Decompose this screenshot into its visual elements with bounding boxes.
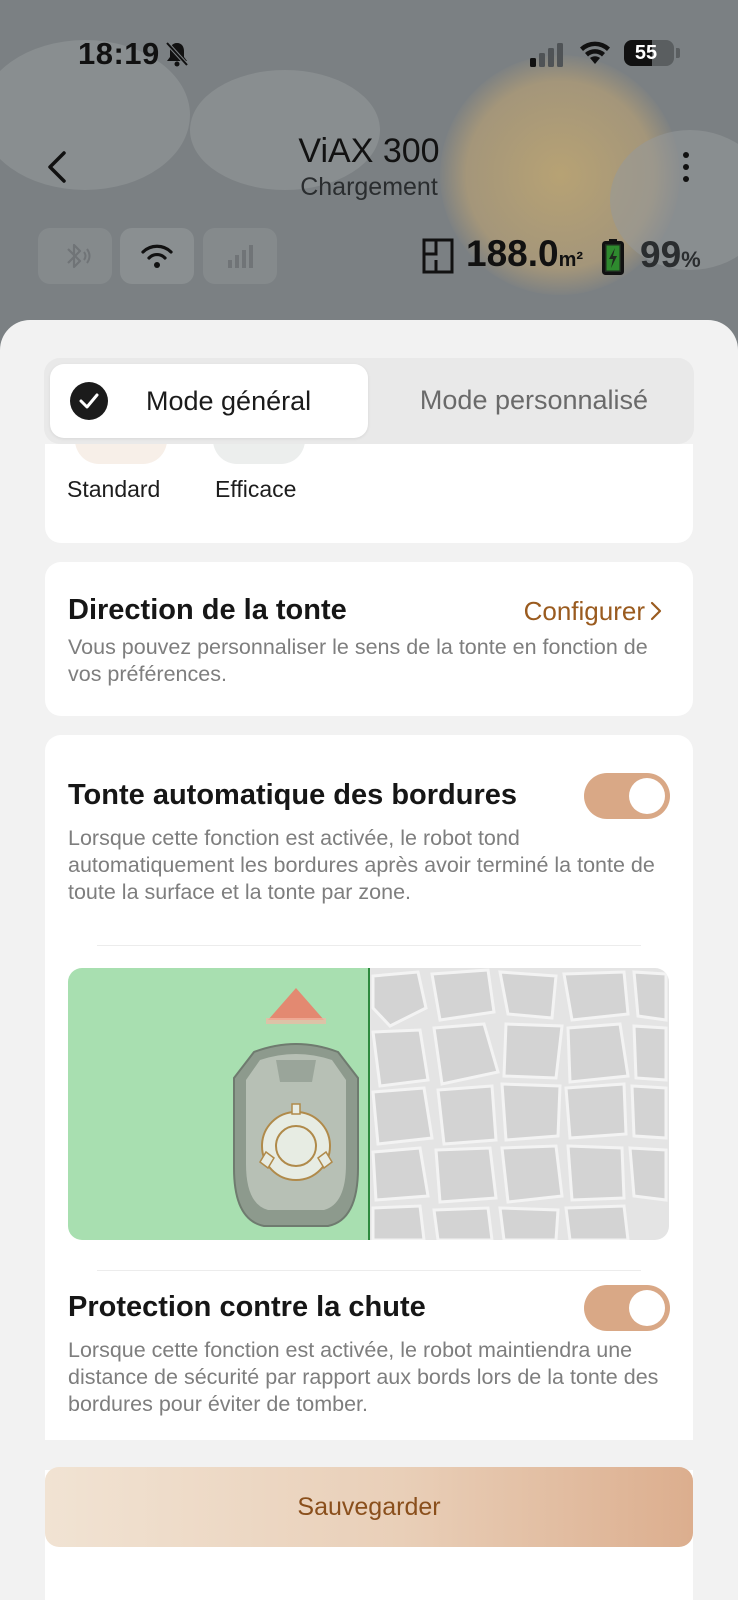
tab-general-mode[interactable]: Mode général xyxy=(50,364,368,438)
mowing-mode-options: Standard Efficace xyxy=(45,440,693,543)
mowing-settings-sheet: Standard Efficace Mode général Mode pers… xyxy=(0,320,738,1600)
tab-custom-mode[interactable]: Mode personnalisé xyxy=(374,385,694,416)
fall-protection-title: Protection contre la chute xyxy=(68,1291,426,1323)
area-value: 188.0 xyxy=(466,233,559,274)
status-time: 18:19 xyxy=(78,36,160,71)
divider xyxy=(97,945,641,946)
wifi-status-icon xyxy=(580,41,610,64)
battery-status-icon: 55 xyxy=(624,40,674,66)
area-icon xyxy=(422,238,454,274)
bell-muted-icon xyxy=(165,41,189,67)
fall-protection-description: Lorsque cette fonction est activée, le r… xyxy=(68,1338,659,1416)
divider xyxy=(97,1270,641,1271)
more-icon[interactable] xyxy=(670,148,702,188)
direction-title: Direction de la tonte xyxy=(68,594,347,626)
wifi-icon xyxy=(141,244,173,268)
device-header-background: 18:19 55 ViAX 300 Chargement 188.0m² 99% xyxy=(0,0,738,340)
cellular-icon xyxy=(228,245,253,268)
mowing-area: 188.0m² xyxy=(466,233,583,275)
edge-mowing-illustration xyxy=(68,968,669,1240)
battery-unit: % xyxy=(681,247,701,272)
device-status: Chargement xyxy=(300,173,438,201)
option-efficace[interactable]: Efficace xyxy=(215,476,296,503)
bluetooth-icon xyxy=(67,243,91,269)
check-icon xyxy=(70,382,108,420)
tab-general-label: Mode général xyxy=(146,386,312,416)
mode-segmented-control: Mode général Mode personnalisé xyxy=(44,358,694,444)
option-standard[interactable]: Standard xyxy=(67,476,160,503)
wifi-button[interactable] xyxy=(120,228,194,284)
cellular-button[interactable] xyxy=(203,228,277,284)
battery-level: 99% xyxy=(640,234,701,276)
direction-description: Vous pouvez personnaliser le sens de la … xyxy=(68,635,648,686)
sheet-footer-bg xyxy=(0,1440,738,1470)
chevron-right-icon[interactable] xyxy=(649,600,663,622)
device-name: ViAX 300 xyxy=(298,132,440,170)
edge-mowing-toggle[interactable] xyxy=(584,773,670,819)
mowing-direction-card: Direction de la tonte Configurer Vous po… xyxy=(45,562,693,716)
cloud-decoration xyxy=(190,70,380,190)
edge-mowing-title: Tonte automatique des bordures xyxy=(68,779,518,811)
configure-link[interactable]: Configurer xyxy=(524,596,645,627)
battery-status-level: 55 xyxy=(634,42,658,64)
status-bar: 18:19 55 xyxy=(0,30,738,78)
area-unit: m² xyxy=(558,249,584,271)
save-button[interactable]: Sauvegarder xyxy=(45,1467,693,1547)
cellular-signal-icon xyxy=(530,43,563,67)
battery-value: 99 xyxy=(640,234,682,275)
edge-mowing-description: Lorsque cette fonction est activée, le r… xyxy=(68,826,655,904)
battery-icon xyxy=(602,239,624,275)
bluetooth-button[interactable] xyxy=(38,228,112,284)
fall-protection-toggle[interactable] xyxy=(584,1285,670,1331)
